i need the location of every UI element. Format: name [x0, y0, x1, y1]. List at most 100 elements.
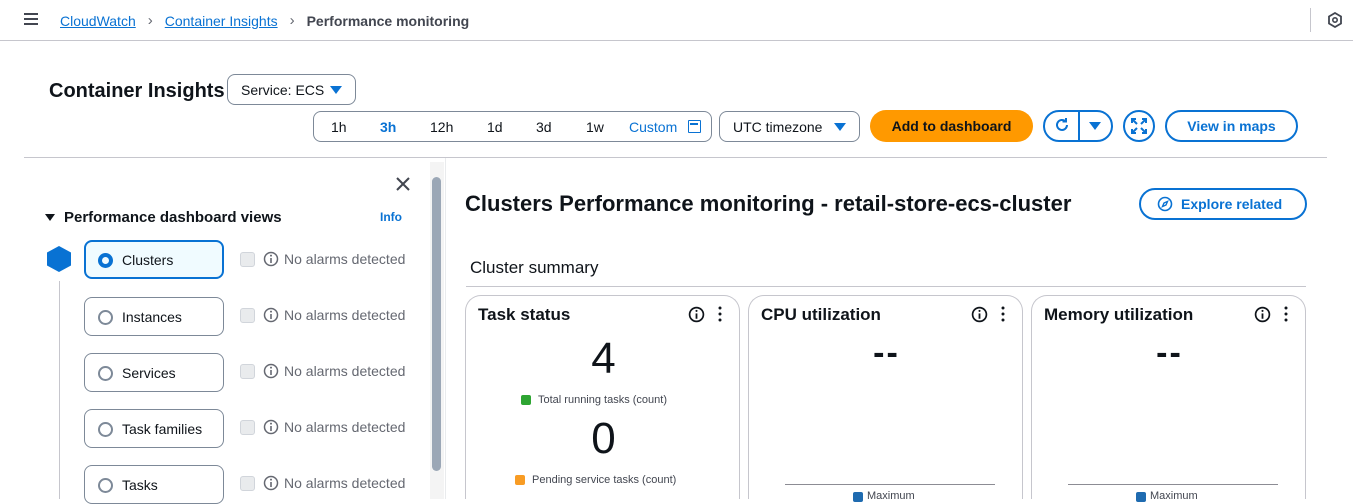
chevron-right-icon: › [289, 12, 295, 29]
radio-icon [98, 310, 113, 325]
calendar-icon[interactable] [688, 120, 701, 133]
breadcrumb-cloudwatch[interactable]: CloudWatch [60, 13, 136, 29]
cpu-utilization-card: CPU utilization -- Maximum [748, 295, 1023, 502]
divider [1078, 112, 1080, 140]
info-icon [263, 251, 279, 267]
info-icon[interactable] [688, 306, 705, 323]
views-section-title: Performance dashboard views [64, 209, 282, 226]
main-title: Clusters Performance monitoring - retail… [465, 191, 1072, 216]
scrollbar-thumb[interactable] [432, 177, 441, 471]
metric-label: Total running tasks (count) [538, 394, 668, 406]
chart-axis [785, 484, 995, 485]
metric-label: Pending service tasks (count) [532, 474, 677, 486]
info-icon [263, 363, 279, 379]
time-range-1h[interactable]: 1h [331, 119, 347, 135]
top-navigation-bar: CloudWatch › Container Insights › Perfor… [0, 0, 1353, 41]
menu-icon[interactable] [24, 13, 38, 25]
time-range-3d[interactable]: 3d [536, 119, 552, 135]
card-title: Task status [478, 305, 571, 324]
alarm-checkbox[interactable] [240, 308, 255, 323]
caret-down-icon [834, 122, 846, 131]
metric-legend: Pending service tasks (count) [515, 474, 676, 486]
view-option-label: Services [122, 365, 176, 381]
timezone-select[interactable]: UTC timezone [719, 111, 860, 142]
legend-label: Maximum [1150, 490, 1198, 502]
alarm-status-text: No alarms detected [284, 251, 406, 267]
service-select[interactable]: Service: ECS [227, 74, 356, 105]
more-options-icon[interactable] [718, 306, 722, 322]
view-option-services[interactable]: Services [84, 353, 224, 392]
alarm-status: No alarms detected [263, 363, 405, 379]
info-icon [263, 419, 279, 435]
card-title: Memory utilization [1044, 305, 1194, 324]
alarm-status-text: No alarms detected [284, 363, 406, 379]
explore-related-label: Explore related [1181, 196, 1283, 212]
radio-icon [98, 366, 113, 381]
refresh-icon[interactable] [1054, 117, 1070, 133]
info-icon [263, 307, 279, 323]
add-to-dashboard-button[interactable]: Add to dashboard [870, 110, 1033, 142]
view-option-clusters[interactable]: Clusters [84, 240, 224, 279]
alarm-checkbox[interactable] [240, 364, 255, 379]
view-option-task-families[interactable]: Task families [84, 409, 224, 448]
divider [1310, 8, 1311, 32]
time-range-12h[interactable]: 12h [430, 119, 453, 135]
divider [466, 286, 1306, 287]
task-status-card: Task status 4 Total running tasks (count… [465, 295, 740, 499]
view-option-label: Instances [122, 309, 182, 325]
radio-selected-icon [98, 253, 113, 268]
view-option-instances[interactable]: Instances [84, 297, 224, 336]
time-range-1w[interactable]: 1w [586, 119, 604, 135]
alarm-status-text: No alarms detected [284, 475, 406, 491]
metric-value: 4 [591, 334, 616, 383]
card-title: CPU utilization [761, 305, 881, 324]
info-icon[interactable] [971, 306, 988, 323]
alarm-checkbox[interactable] [240, 252, 255, 267]
time-range-3h[interactable]: 3h [380, 119, 396, 135]
legend-swatch [515, 475, 525, 485]
chart-axis [1068, 484, 1278, 485]
metric-value: 0 [591, 414, 616, 463]
memory-utilization-card: Memory utilization -- Maximum [1031, 295, 1306, 502]
breadcrumb: CloudWatch › Container Insights › Perfor… [60, 12, 469, 29]
chevron-right-icon: › [147, 12, 153, 29]
alarm-checkbox[interactable] [240, 420, 255, 435]
breadcrumb-current: Performance monitoring [306, 12, 470, 29]
radio-icon [98, 478, 113, 493]
more-options-icon[interactable] [1284, 306, 1288, 322]
tree-line [59, 281, 60, 499]
view-option-label: Tasks [122, 477, 158, 493]
compass-icon [1157, 196, 1173, 212]
alarm-status: No alarms detected [263, 475, 405, 491]
timezone-select-value: UTC timezone [733, 118, 823, 135]
refresh-button-group [1043, 110, 1113, 142]
view-option-tasks[interactable]: Tasks [84, 465, 224, 504]
views-section-header[interactable]: Performance dashboard views [45, 209, 282, 226]
legend-swatch [521, 395, 531, 405]
divider [445, 158, 446, 499]
alarm-status-text: No alarms detected [284, 307, 406, 323]
info-link[interactable]: Info [380, 210, 402, 224]
page-title: Container Insights [49, 80, 225, 102]
fullscreen-button[interactable] [1123, 110, 1155, 142]
alarm-status: No alarms detected [263, 307, 405, 323]
time-range-1d[interactable]: 1d [487, 119, 503, 135]
time-range-custom[interactable]: Custom [629, 119, 677, 135]
view-option-label: Task families [122, 421, 203, 437]
alarm-checkbox[interactable] [240, 476, 255, 491]
caret-down-icon[interactable] [1089, 122, 1101, 130]
close-icon[interactable] [395, 176, 411, 192]
view-option-label: Clusters [122, 252, 174, 268]
breadcrumb-container-insights[interactable]: Container Insights [165, 13, 278, 29]
service-select-value: Service: ECS [241, 81, 325, 98]
expand-icon [1131, 118, 1147, 134]
cloudshell-icon[interactable] [1327, 12, 1343, 28]
legend-label: Maximum [867, 490, 915, 502]
cluster-summary-heading: Cluster summary [470, 258, 599, 277]
view-in-maps-button[interactable]: View in maps [1165, 110, 1298, 142]
alarm-status: No alarms detected [263, 251, 405, 267]
explore-related-button[interactable]: Explore related [1139, 188, 1307, 220]
info-icon[interactable] [1254, 306, 1271, 323]
alarm-status-text: No alarms detected [284, 419, 406, 435]
more-options-icon[interactable] [1001, 306, 1005, 322]
